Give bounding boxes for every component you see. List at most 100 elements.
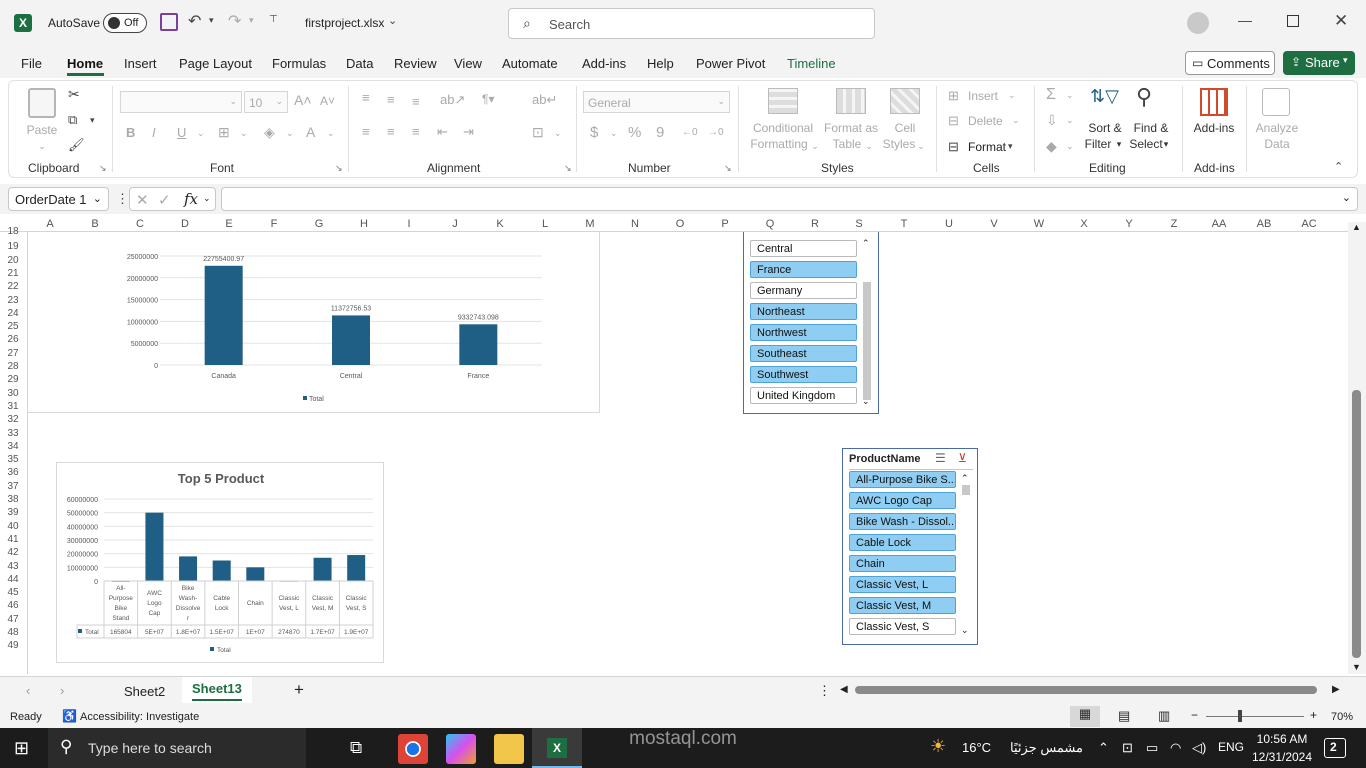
filename-chevron-icon[interactable]: ⌄ xyxy=(388,14,397,27)
column-header-q[interactable]: Q xyxy=(756,218,784,230)
borders-icon[interactable]: ⊞ xyxy=(218,124,230,141)
column-header-aa[interactable]: AA xyxy=(1205,218,1233,230)
tab-data[interactable]: Data xyxy=(346,56,373,71)
redo-dropdown-icon[interactable]: ▾ xyxy=(249,15,254,26)
slicer-region-item[interactable]: Northwest xyxy=(750,324,857,341)
paste-chevron-icon[interactable]: ⌄ xyxy=(34,138,50,154)
scroll-down-icon[interactable]: ⌄ xyxy=(862,396,870,407)
row-header-47[interactable]: 47 xyxy=(0,614,26,625)
number-format-box[interactable]: General ⌄ xyxy=(583,91,730,113)
column-header-x[interactable]: X xyxy=(1070,218,1098,230)
slicer-region-item[interactable]: France xyxy=(750,261,857,278)
slicer-product-item[interactable]: Cable Lock xyxy=(849,534,956,551)
slicer-region[interactable]: Central France Germany Northeast Northwest So… xyxy=(743,232,879,414)
slicer-product-item[interactable]: Classic Vest, M xyxy=(849,597,956,614)
borders-dropdown-icon[interactable]: ⌄ xyxy=(240,128,248,139)
row-header-29[interactable]: 29 xyxy=(0,374,26,385)
delete-cells-label[interactable]: Delete xyxy=(968,114,1003,128)
decrease-decimal-icon[interactable]: →0 xyxy=(708,127,724,138)
wrap-text-icon[interactable]: ab↵ xyxy=(532,92,557,108)
page-break-view-icon[interactable]: ▥ xyxy=(1158,708,1170,724)
orientation-icon[interactable]: ab↗ xyxy=(440,92,465,108)
column-header-k[interactable]: K xyxy=(486,218,514,230)
increase-indent-icon[interactable]: ⇥ xyxy=(463,124,474,140)
scroll-up-icon[interactable]: ⌃ xyxy=(961,473,969,484)
weather-icon[interactable]: ☀ xyxy=(930,736,946,757)
row-header-18[interactable]: 18 xyxy=(0,226,26,237)
font-launcher-icon[interactable]: ↘ xyxy=(335,163,343,174)
tab-view[interactable]: View xyxy=(454,56,482,71)
row-header-49[interactable]: 49 xyxy=(0,640,26,651)
file-name[interactable]: firstproject.xlsx xyxy=(305,16,384,30)
save-icon[interactable] xyxy=(160,13,178,31)
row-header-24[interactable]: 24 xyxy=(0,308,26,319)
undo-dropdown-icon[interactable]: ▾ xyxy=(209,15,214,26)
column-header-d[interactable]: D xyxy=(171,218,199,230)
battery-icon[interactable]: ▭ xyxy=(1146,740,1158,756)
sort-filter-label2[interactable]: Filter xyxy=(1082,136,1114,152)
fill-color-dropdown-icon[interactable]: ⌄ xyxy=(286,128,294,139)
cancel-icon[interactable]: ✕ xyxy=(136,191,149,209)
row-header-42[interactable]: 42 xyxy=(0,547,26,558)
tab-insert[interactable]: Insert xyxy=(124,56,157,71)
column-header-h[interactable]: H xyxy=(350,218,378,230)
align-bottom-icon[interactable]: ≡ xyxy=(412,94,420,109)
format-as-table-label1[interactable]: Format as xyxy=(820,120,882,136)
fill-icon[interactable]: ⇩ xyxy=(1046,112,1058,129)
clock-date[interactable]: 12/31/2024 xyxy=(1250,750,1314,764)
format-painter-icon[interactable]: 🖌 xyxy=(68,137,85,153)
align-right-icon[interactable]: ≡ xyxy=(412,124,420,139)
slicer-region-item[interactable]: Northeast xyxy=(750,303,857,320)
find-select-chevron-icon[interactable]: ▾ xyxy=(1161,136,1171,152)
row-header-22[interactable]: 22 xyxy=(0,281,26,292)
file-explorer-icon[interactable] xyxy=(494,734,524,764)
column-header-y[interactable]: Y xyxy=(1115,218,1143,230)
column-header-l[interactable]: L xyxy=(531,218,559,230)
row-header-37[interactable]: 37 xyxy=(0,481,26,492)
hscroll-left-icon[interactable]: ◀ xyxy=(840,684,848,695)
account-avatar[interactable] xyxy=(1187,12,1209,34)
clear-filter-icon[interactable]: ⊻ xyxy=(958,451,967,465)
tab-help[interactable]: Help xyxy=(647,56,674,71)
tab-review[interactable]: Review xyxy=(394,56,437,71)
add-sheet-icon[interactable]: + xyxy=(294,680,304,700)
comments-button[interactable]: ▭ Comments xyxy=(1185,51,1275,75)
scroll-down-icon[interactable]: ▼ xyxy=(1352,662,1361,672)
add-ins-label[interactable]: Add-ins xyxy=(1190,120,1238,136)
row-header-25[interactable]: 25 xyxy=(0,321,26,332)
more-options-icon[interactable]: ⋮ xyxy=(116,191,129,207)
column-header-a[interactable]: A xyxy=(36,218,64,230)
copilot-icon[interactable] xyxy=(446,734,476,764)
fx-dropdown-icon[interactable]: ⌄ xyxy=(203,193,211,204)
analyze-data-icon[interactable] xyxy=(1262,88,1290,116)
add-ins-icon[interactable] xyxy=(1200,88,1228,116)
align-center-icon[interactable]: ≡ xyxy=(387,124,395,139)
undo-icon[interactable]: ↶ xyxy=(188,11,201,31)
name-box[interactable]: OrderDate 1 ⌄ xyxy=(8,187,109,211)
cell-styles-icon[interactable] xyxy=(890,88,920,114)
tab-page-layout[interactable]: Page Layout xyxy=(179,56,252,71)
horizontal-scroll-thumb[interactable] xyxy=(855,686,1317,694)
analyze-data-label2[interactable]: Data xyxy=(1260,136,1294,152)
task-view-icon[interactable]: ⧉ xyxy=(350,738,362,758)
redo-icon[interactable]: ↷ xyxy=(228,11,241,31)
slicer-product-scrollbar[interactable]: ⌃ ⌄ xyxy=(960,471,972,639)
conditional-formatting-label2[interactable]: Formatting xyxy=(744,136,814,152)
format-as-table-label2[interactable]: Table xyxy=(826,136,868,152)
column-header-j[interactable]: J xyxy=(441,218,469,230)
format-as-table-icon[interactable] xyxy=(836,88,866,114)
column-header-s[interactable]: S xyxy=(845,218,873,230)
merge-dropdown-icon[interactable]: ⌄ xyxy=(554,128,562,139)
search-box[interactable]: ⌕ Search xyxy=(508,8,875,39)
sort-filter-label1[interactable]: Sort & xyxy=(1084,120,1126,136)
accessibility-status[interactable]: Accessibility: Investigate xyxy=(80,711,199,723)
underline-icon[interactable]: U xyxy=(177,125,186,140)
insert-cells-icon[interactable]: ⊞ xyxy=(948,88,959,104)
fill-color-icon[interactable]: ◈ xyxy=(264,124,275,141)
column-header-b[interactable]: B xyxy=(81,218,109,230)
customize-qat-icon[interactable]: ⊤ xyxy=(269,14,278,25)
sheet-tab-sheet13[interactable]: Sheet13 xyxy=(192,681,242,696)
page-layout-view-icon[interactable]: ▤ xyxy=(1118,708,1130,724)
column-header-o[interactable]: O xyxy=(666,218,694,230)
row-header-39[interactable]: 39 xyxy=(0,507,26,518)
